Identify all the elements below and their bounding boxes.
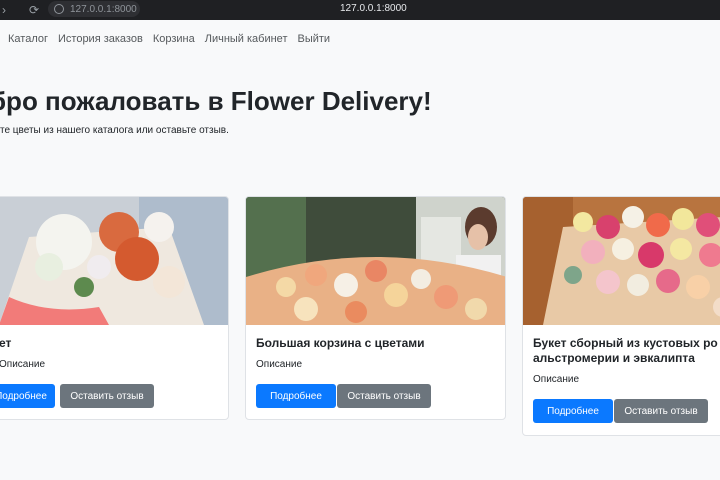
reload-icon[interactable]: ⟳ bbox=[26, 3, 42, 17]
product-card: Букет сборный из кустовых ро альстромери… bbox=[522, 196, 720, 436]
product-description: Описание bbox=[256, 359, 303, 370]
address-bar[interactable]: 127.0.0.1:8000 bbox=[48, 1, 140, 17]
leave-review-button[interactable]: Оставить отзыв bbox=[60, 384, 154, 408]
product-title: ет bbox=[0, 336, 12, 350]
nav-catalog[interactable]: Каталог bbox=[8, 33, 48, 45]
details-button[interactable]: Подробнее bbox=[256, 384, 336, 408]
page-subtitle: те цветы из нашего каталога или оставьте… bbox=[0, 125, 229, 136]
main-navbar: Каталог История заказов Корзина Личный к… bbox=[0, 20, 720, 58]
nav-cart[interactable]: Корзина bbox=[153, 33, 195, 45]
product-card: Большая корзина с цветами Описание Подро… bbox=[245, 196, 506, 420]
nav-order-history[interactable]: История заказов bbox=[58, 33, 143, 45]
nav-account[interactable]: Личный кабинет bbox=[205, 33, 288, 45]
product-image[interactable] bbox=[523, 197, 720, 325]
product-card: ет Описание Подробнее Оставить отзыв bbox=[0, 196, 229, 420]
product-title: Букет сборный из кустовых ро альстромери… bbox=[533, 336, 718, 365]
browser-toolbar: › ⟳ 127.0.0.1:8000 127.0.0.1:8000 bbox=[0, 0, 720, 20]
product-title: Большая корзина с цветами bbox=[256, 336, 425, 350]
product-description: Описание bbox=[0, 359, 46, 370]
nav-logout[interactable]: Выйти bbox=[297, 33, 330, 45]
product-image[interactable] bbox=[0, 197, 228, 325]
leave-review-button[interactable]: Оставить отзыв bbox=[614, 399, 708, 423]
product-description: Описание bbox=[533, 374, 580, 385]
page-url-title: 127.0.0.1:8000 bbox=[340, 3, 407, 14]
site-info-icon[interactable] bbox=[54, 4, 64, 14]
details-button[interactable]: Подробнее bbox=[533, 399, 613, 423]
product-image[interactable] bbox=[246, 197, 505, 325]
back-icon[interactable]: › bbox=[0, 3, 12, 17]
address-text: 127.0.0.1:8000 bbox=[70, 3, 137, 15]
leave-review-button[interactable]: Оставить отзыв bbox=[337, 384, 431, 408]
page-title: бро пожаловать в Flower Delivery! bbox=[0, 86, 432, 116]
details-button[interactable]: Подробнее bbox=[0, 384, 55, 408]
